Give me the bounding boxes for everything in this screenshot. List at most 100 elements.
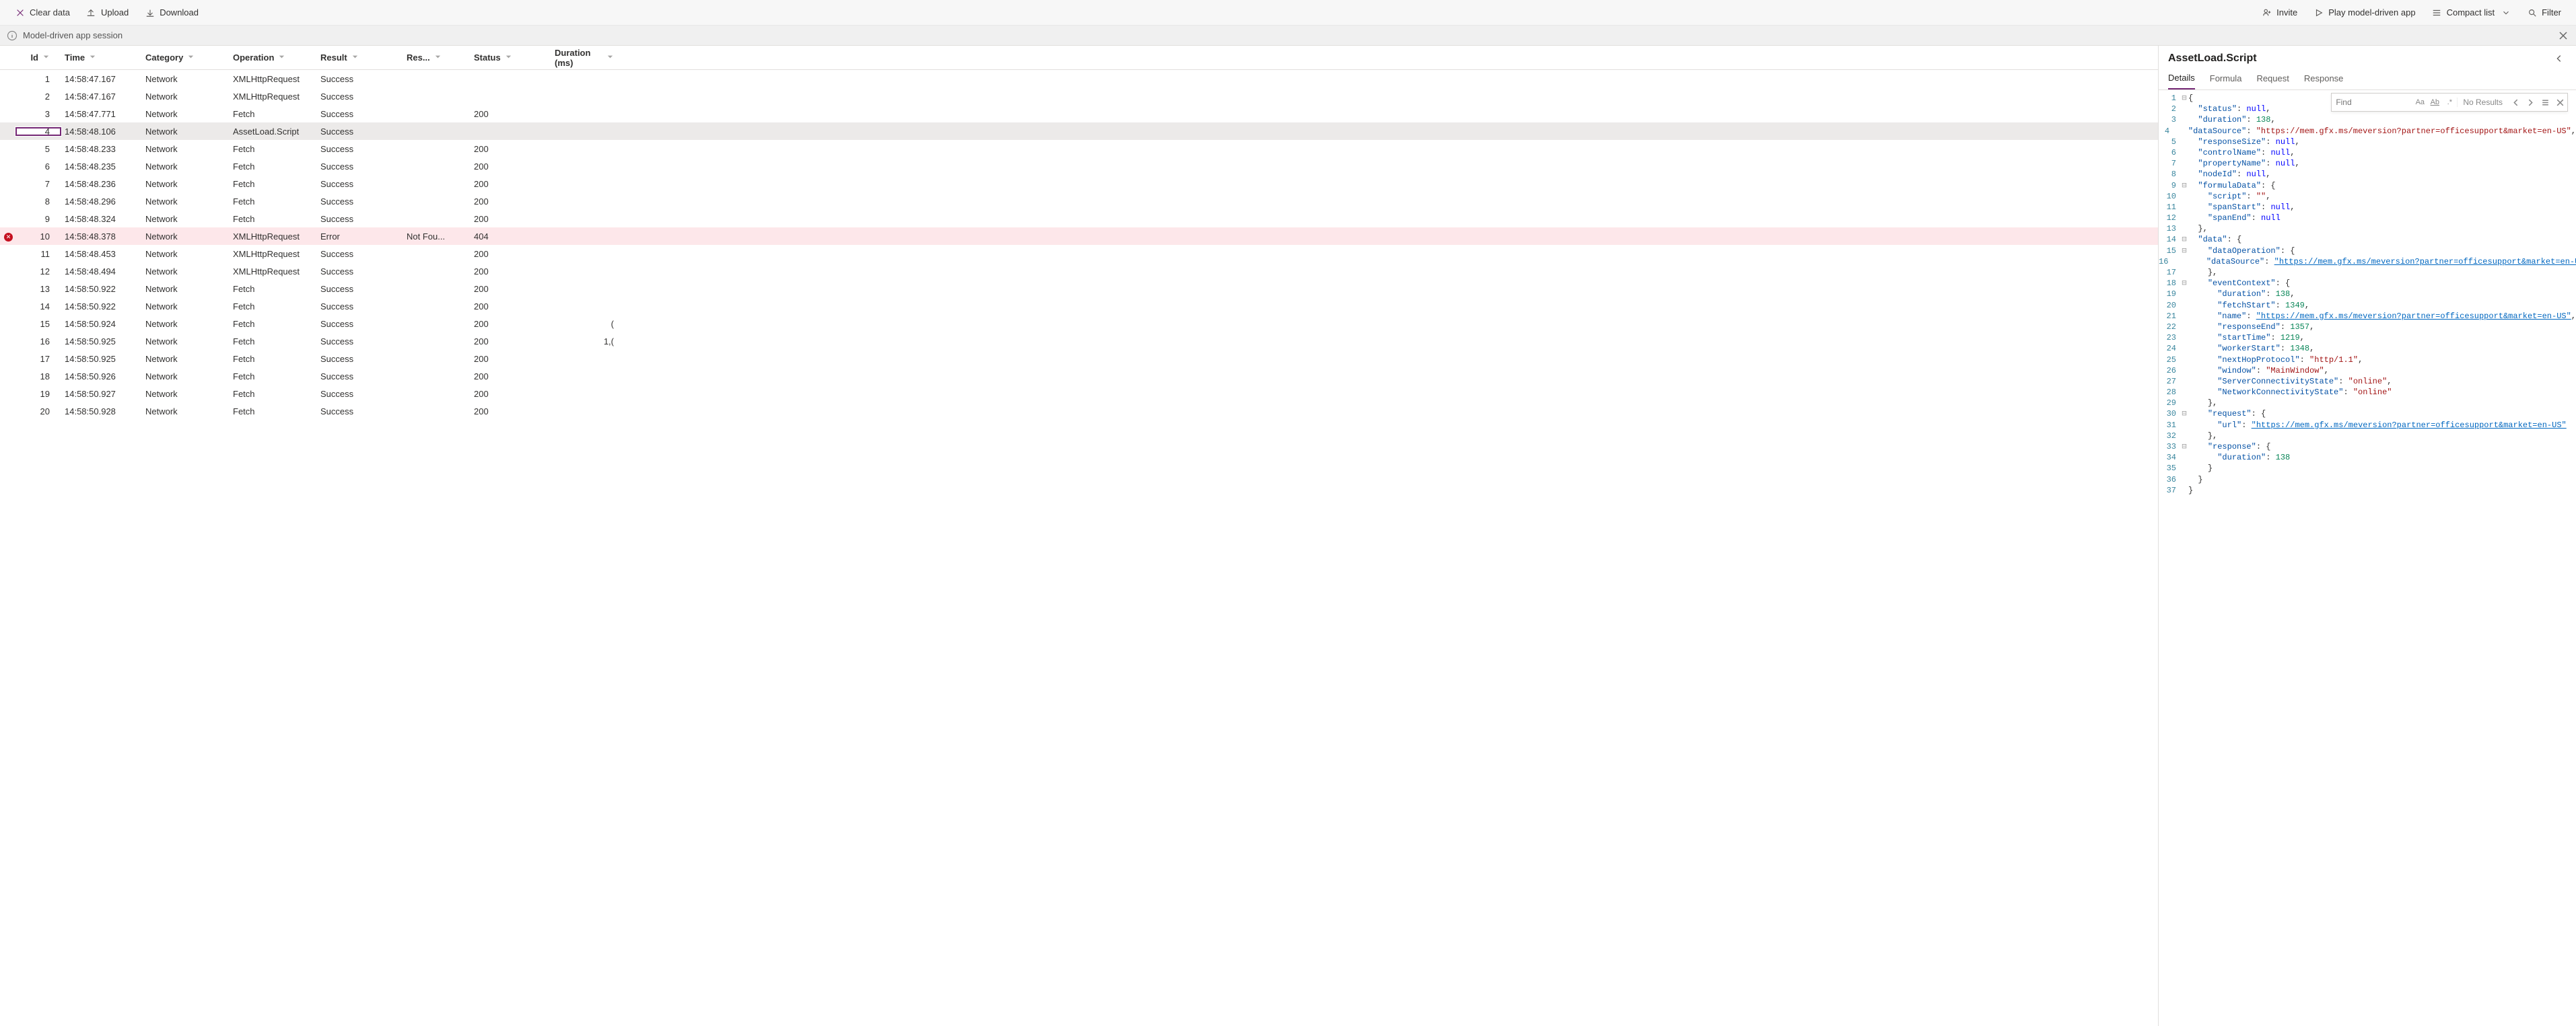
fold-icon[interactable]: ⊟	[2180, 408, 2188, 419]
session-close-button[interactable]	[2556, 28, 2571, 43]
line-number: 1	[2159, 93, 2180, 104]
line-number: 2	[2159, 104, 2180, 114]
cell-status: 200	[471, 144, 552, 154]
tab-request[interactable]: Request	[2256, 73, 2289, 89]
table-row[interactable]: 1914:58:50.927NetworkFetchSuccess200	[0, 385, 2158, 402]
fold-icon	[2180, 474, 2188, 485]
play-label: Play model-driven app	[2328, 7, 2415, 17]
cell-result: Success	[318, 371, 404, 381]
table-row[interactable]: ✕1014:58:48.378NetworkXMLHttpRequestErro…	[0, 227, 2158, 245]
cell-operation: XMLHttpRequest	[230, 249, 318, 259]
find-select-icon[interactable]	[2538, 95, 2552, 110]
cell-id: 15	[15, 319, 62, 329]
line-number: 7	[2159, 158, 2180, 169]
cell-operation: Fetch	[230, 161, 318, 172]
cell-status: 200	[471, 214, 552, 224]
col-header-result[interactable]: Result	[318, 52, 404, 63]
table-row[interactable]: 1314:58:50.922NetworkFetchSuccess200	[0, 280, 2158, 297]
cell-category: Network	[143, 371, 230, 381]
table-row[interactable]: 814:58:48.296NetworkFetchSuccess200	[0, 192, 2158, 210]
compact-list-button[interactable]: Compact list	[2425, 4, 2518, 21]
cell-time: 14:58:47.167	[62, 74, 143, 84]
table-row[interactable]: 1114:58:48.453NetworkXMLHttpRequestSucce…	[0, 245, 2158, 262]
table-row[interactable]: 314:58:47.771NetworkFetchSuccess200	[0, 105, 2158, 122]
table-row[interactable]: 414:58:48.106NetworkAssetLoad.ScriptSucc…	[0, 122, 2158, 140]
tab-response[interactable]: Response	[2304, 73, 2344, 89]
cell-id: 7	[15, 179, 62, 189]
line-number: 14	[2159, 234, 2180, 245]
match-case-icon[interactable]: Aa	[2412, 95, 2427, 110]
fold-icon[interactable]: ⊟	[2180, 441, 2188, 452]
table-row[interactable]: 2014:58:50.928NetworkFetchSuccess200	[0, 402, 2158, 420]
cell-time: 14:58:48.236	[62, 179, 143, 189]
code-line: 13 },	[2159, 223, 2576, 234]
grid-body[interactable]: 114:58:47.167NetworkXMLHttpRequestSucces…	[0, 70, 2158, 1026]
clear-data-button[interactable]: Clear data	[8, 4, 77, 21]
cell-id: 17	[15, 354, 62, 364]
cell-status: 200	[471, 319, 552, 329]
table-row[interactable]: 714:58:48.236NetworkFetchSuccess200	[0, 175, 2158, 192]
cell-result: Success	[318, 354, 404, 364]
find-prev-icon[interactable]	[2508, 95, 2523, 110]
cell-operation: XMLHttpRequest	[230, 231, 318, 242]
col-header-category[interactable]: Category	[143, 52, 230, 63]
line-number: 32	[2159, 431, 2180, 441]
code-viewer[interactable]: 1⊟{2 "status": null,3 "duration": 138,4 …	[2159, 90, 2576, 1026]
cell-category: Network	[143, 91, 230, 102]
fold-icon	[2180, 104, 2188, 114]
table-row[interactable]: 1714:58:50.925NetworkFetchSuccess200	[0, 350, 2158, 367]
col-header-duration[interactable]: Duration (ms)	[552, 48, 619, 68]
table-row[interactable]: 1214:58:48.494NetworkXMLHttpRequestSucce…	[0, 262, 2158, 280]
find-input[interactable]	[2332, 95, 2412, 110]
cell-result: Success	[318, 284, 404, 294]
download-button[interactable]: Download	[138, 4, 205, 21]
fold-icon[interactable]: ⊟	[2180, 246, 2188, 256]
filter-button[interactable]: Filter	[2520, 4, 2568, 21]
cell-id: 19	[15, 389, 62, 399]
expand-pane-button[interactable]	[2552, 51, 2567, 66]
table-row[interactable]: 114:58:47.167NetworkXMLHttpRequestSucces…	[0, 70, 2158, 87]
tab-formula[interactable]: Formula	[2210, 73, 2242, 89]
cell-time: 14:58:48.378	[62, 231, 143, 242]
table-row[interactable]: 1614:58:50.925NetworkFetchSuccess2001,(	[0, 332, 2158, 350]
cell-operation: XMLHttpRequest	[230, 91, 318, 102]
table-row[interactable]: 514:58:48.233NetworkFetchSuccess200	[0, 140, 2158, 157]
table-row[interactable]: 614:58:48.235NetworkFetchSuccess200	[0, 157, 2158, 175]
find-next-icon[interactable]	[2523, 95, 2538, 110]
code-line: 34 "duration": 138	[2159, 452, 2576, 463]
cell-result: Success	[318, 161, 404, 172]
chevron-down-icon	[278, 52, 285, 63]
cell-time: 14:58:48.296	[62, 196, 143, 207]
invite-button[interactable]: Invite	[2255, 4, 2304, 21]
cell-time: 14:58:50.926	[62, 371, 143, 381]
error-icon: ✕	[4, 233, 13, 242]
cell-time: 14:58:50.924	[62, 319, 143, 329]
fold-icon[interactable]: ⊟	[2180, 180, 2188, 191]
col-header-id[interactable]: Id	[15, 52, 62, 63]
table-row[interactable]: 914:58:48.324NetworkFetchSuccess200	[0, 210, 2158, 227]
table-row[interactable]: 1414:58:50.922NetworkFetchSuccess200	[0, 297, 2158, 315]
details-title: AssetLoad.Script	[2168, 52, 2552, 65]
fold-icon	[2173, 126, 2178, 137]
col-header-operation[interactable]: Operation	[230, 52, 318, 63]
find-close-icon[interactable]	[2552, 95, 2567, 110]
col-header-res[interactable]: Res...	[404, 52, 471, 63]
play-icon	[2313, 7, 2324, 17]
table-row[interactable]: 214:58:47.167NetworkXMLHttpRequestSucces…	[0, 87, 2158, 105]
table-row[interactable]: 1814:58:50.926NetworkFetchSuccess200	[0, 367, 2158, 385]
table-row[interactable]: 1514:58:50.924NetworkFetchSuccess200(	[0, 315, 2158, 332]
upload-button[interactable]: Upload	[79, 4, 135, 21]
cell-result: Success	[318, 214, 404, 224]
tab-details[interactable]: Details	[2168, 73, 2195, 89]
play-app-button[interactable]: Play model-driven app	[2307, 4, 2422, 21]
cell-duration: 1,(	[552, 336, 619, 346]
col-header-time[interactable]: Time	[62, 52, 143, 63]
cell-result: Success	[318, 266, 404, 277]
code-line: 6 "controlName": null,	[2159, 147, 2576, 158]
fold-icon[interactable]: ⊟	[2180, 234, 2188, 245]
fold-icon[interactable]: ⊟	[2180, 278, 2188, 289]
fold-icon[interactable]: ⊟	[2180, 93, 2188, 104]
match-word-icon[interactable]: Ab	[2427, 95, 2442, 110]
regex-icon[interactable]: .*	[2442, 95, 2457, 110]
col-header-status[interactable]: Status	[471, 52, 552, 63]
